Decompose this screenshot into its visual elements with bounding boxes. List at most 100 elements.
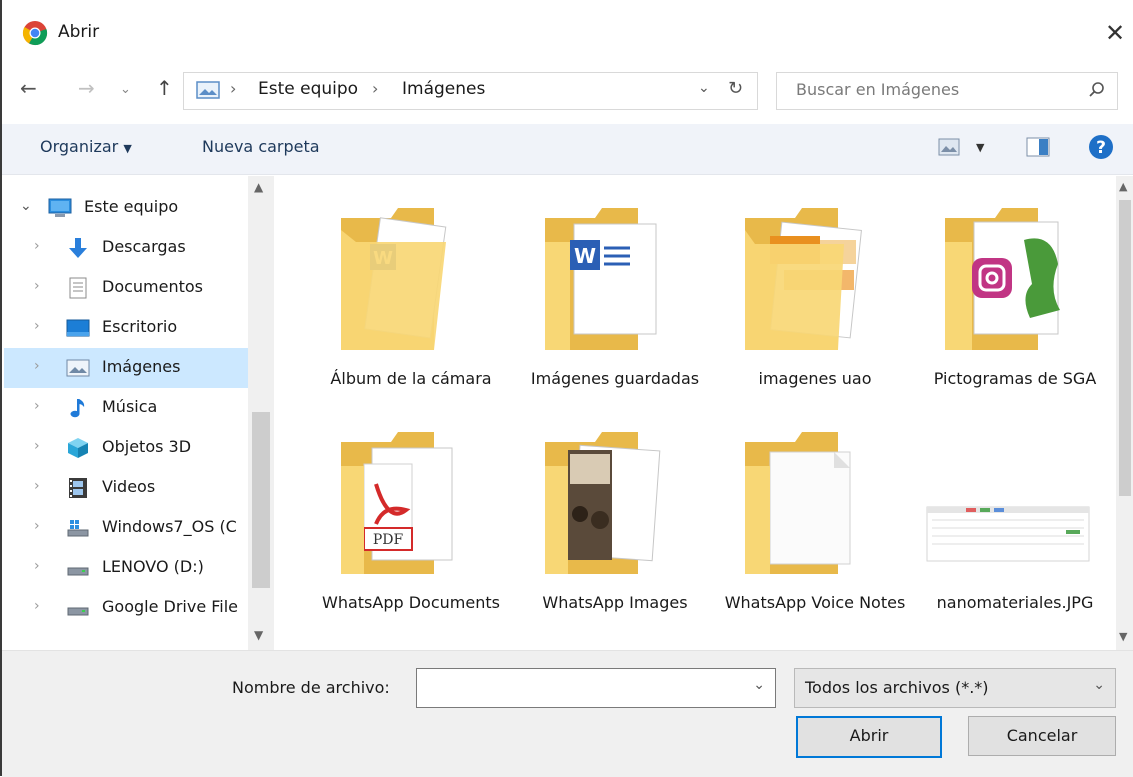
folder-photo-icon <box>545 432 661 574</box>
address-dropdown-chevron-icon[interactable]: ⌄ <box>698 80 710 96</box>
collapsed-chevron-icon[interactable]: › <box>34 518 40 534</box>
collapsed-chevron-icon[interactable]: › <box>34 398 40 414</box>
scroll-up-arrow-icon[interactable]: ▲ <box>1119 180 1127 193</box>
svg-text:PDF: PDF <box>373 532 404 548</box>
breadcrumb-separator: › <box>372 79 379 98</box>
sidebar-item-videos[interactable]: › Videos <box>4 468 248 508</box>
sidebar-item-windows7-os[interactable]: › Windows7_OS (C <box>4 508 248 548</box>
svg-text:W: W <box>574 244 596 268</box>
filename-dropdown-chevron-icon[interactable]: ⌄ <box>753 677 765 693</box>
breadcrumb-imagenes[interactable]: Imágenes <box>402 79 485 99</box>
preview-pane-icon[interactable] <box>1026 137 1050 157</box>
sidebar-item-label: Descargas <box>102 237 186 256</box>
collapsed-chevron-icon[interactable]: › <box>34 598 40 614</box>
collapsed-chevron-icon[interactable]: › <box>34 438 40 454</box>
sidebar-item-google-drive[interactable]: › Google Drive File <box>4 588 248 628</box>
organize-label: Organizar <box>40 137 119 156</box>
forward-arrow-icon[interactable]: → <box>78 76 95 100</box>
music-note-icon <box>70 399 85 418</box>
expanded-chevron-icon[interactable]: ⌄ <box>20 198 32 214</box>
collapsed-chevron-icon[interactable]: › <box>34 238 40 254</box>
new-folder-button[interactable]: Nueva carpeta <box>202 137 320 156</box>
collapsed-chevron-icon[interactable]: › <box>34 478 40 494</box>
collapsed-chevron-icon[interactable]: › <box>34 558 40 574</box>
folder-item-imagenes-uao[interactable]: imagenes uao <box>720 192 910 412</box>
windows-drive-icon <box>67 520 89 537</box>
sidebar-item-label: Imágenes <box>102 357 181 376</box>
scroll-down-arrow-icon[interactable]: ▼ <box>1119 630 1127 643</box>
sidebar-item-documentos[interactable]: › Documentos <box>4 268 248 308</box>
filename-label: Nombre de archivo: <box>232 678 390 697</box>
filetype-dropdown-chevron-icon[interactable]: ⌄ <box>1093 677 1105 693</box>
folder-item-whatsapp-images[interactable]: WhatsApp Images <box>520 416 710 636</box>
scroll-up-arrow-icon[interactable]: ▲ <box>254 180 263 194</box>
file-item-label: nanomateriales.JPG <box>936 593 1094 612</box>
sidebar-item-label: LENOVO (D:) <box>102 557 204 576</box>
chrome-icon <box>22 21 48 46</box>
view-dropdown-icon[interactable]: ▼ <box>976 141 984 154</box>
breadcrumb-este-equipo[interactable]: Este equipo <box>258 79 358 99</box>
sidebar-item-musica[interactable]: › Música <box>4 388 248 428</box>
sidebar-item-escritorio[interactable]: › Escritorio <box>4 308 248 348</box>
folder-item-label: WhatsApp Voice Notes <box>724 593 906 612</box>
sidebar-item-label: Música <box>102 397 158 416</box>
view-options-icon[interactable] <box>938 138 960 156</box>
breadcrumb-separator: › <box>230 79 237 98</box>
command-bar <box>2 124 1133 175</box>
folder-item-label: Álbum de la cámara <box>330 369 492 388</box>
collapsed-chevron-icon[interactable]: › <box>34 278 40 294</box>
pictures-icon <box>66 359 90 377</box>
collapsed-chevron-icon[interactable]: › <box>34 318 40 334</box>
up-arrow-icon[interactable]: ↑ <box>156 76 173 100</box>
scroll-down-arrow-icon[interactable]: ▼ <box>254 628 263 642</box>
sidebar-item-lenovo-d[interactable]: › LENOVO (D:) <box>4 548 248 588</box>
folder-item-label: Imágenes guardadas <box>530 369 700 388</box>
folder-item-album-camara[interactable]: W Álbum de la cámara <box>316 192 506 412</box>
cancel-button[interactable]: Cancelar <box>968 716 1116 756</box>
sidebar-item-este-equipo[interactable]: ⌄ Este equipo <box>4 188 248 228</box>
sidebar-item-objetos-3d[interactable]: › Objetos 3D <box>4 428 248 468</box>
collapsed-chevron-icon[interactable]: › <box>34 358 40 374</box>
sidebar-item-imagenes[interactable]: › Imágenes <box>4 348 248 388</box>
sidebar-item-label: Escritorio <box>102 317 178 336</box>
folder-item-imagenes-guardadas[interactable]: W Imágenes guardadas <box>520 192 710 412</box>
file-item-nanomateriales[interactable]: nanomateriales.JPG <box>920 416 1110 636</box>
svg-text:?: ? <box>1096 138 1106 158</box>
film-icon <box>69 478 87 498</box>
refresh-icon[interactable]: ↻ <box>728 78 743 99</box>
open-button[interactable]: Abrir <box>796 716 942 758</box>
back-arrow-icon[interactable]: ← <box>20 76 37 100</box>
folder-pdf-icon: PDF <box>341 432 453 574</box>
pictures-location-icon <box>196 81 220 99</box>
help-icon[interactable]: ? <box>1088 134 1114 160</box>
dropdown-triangle-icon: ▼ <box>123 142 132 155</box>
image-thumbnail-icon <box>926 506 1090 562</box>
folder-blank-icon <box>745 432 851 574</box>
sidebar-item-descargas[interactable]: › Descargas <box>4 228 248 268</box>
filename-input[interactable]: ⌄ <box>416 668 776 708</box>
desktop-icon <box>66 319 90 337</box>
folder-word-icon: W <box>545 208 657 350</box>
folder-item-label: imagenes uao <box>758 369 872 388</box>
sidebar-item-label: Windows7_OS (C <box>102 517 237 536</box>
sidebar-item-label: Google Drive File <box>102 597 239 616</box>
search-placeholder: Buscar en Imágenes <box>796 80 960 99</box>
folder-orange-docs-icon <box>745 208 862 350</box>
organize-button[interactable]: Organizar ▼ <box>40 137 132 156</box>
folder-item-pictogramas-sga[interactable]: Pictogramas de SGA <box>920 192 1110 412</box>
recent-locations-chevron-icon[interactable]: ⌄ <box>120 82 131 97</box>
folder-item-label: Pictogramas de SGA <box>933 369 1097 388</box>
folder-item-label: WhatsApp Documents <box>322 593 500 612</box>
folder-item-whatsapp-documents[interactable]: PDF WhatsApp Documents <box>316 416 506 636</box>
file-list-scrollbar-thumb[interactable] <box>1119 200 1131 496</box>
filetype-select[interactable]: Todos los archivos (*.*) ⌄ <box>794 668 1116 708</box>
file-list: W Álbum de la cámara W Imágenes guardada… <box>276 176 1114 650</box>
sidebar-scrollbar-thumb[interactable] <box>252 412 270 588</box>
computer-icon <box>48 198 72 217</box>
close-button[interactable]: ✕ <box>1098 16 1132 50</box>
folder-item-whatsapp-voice-notes[interactable]: WhatsApp Voice Notes <box>720 416 910 636</box>
cube-3d-icon <box>68 438 88 458</box>
download-arrow-icon <box>69 238 87 258</box>
search-icon[interactable] <box>1088 81 1106 99</box>
sidebar-item-label: Este equipo <box>84 197 179 216</box>
